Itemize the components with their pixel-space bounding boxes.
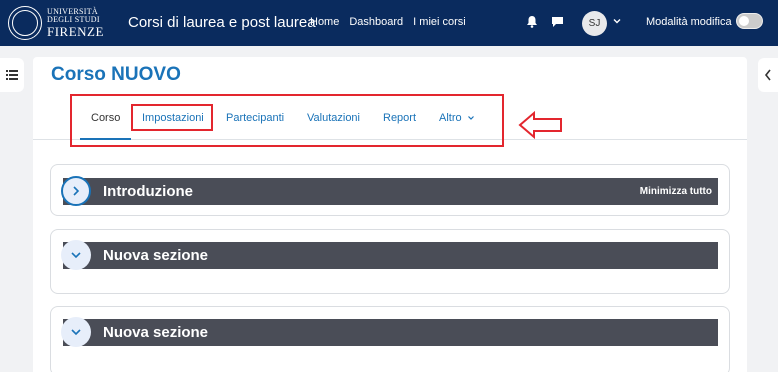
section-header[interactable]: Nuova sezione xyxy=(61,317,718,347)
course-title: Corso NUOVO xyxy=(51,64,181,85)
logo-text: UNIVERSITÀ DEGLI STUDI FIRENZE xyxy=(47,8,104,39)
chevron-down-icon xyxy=(71,252,81,259)
section-new-1: Nuova sezione xyxy=(50,229,730,294)
block-drawer-toggle[interactable] xyxy=(758,58,778,92)
university-logo[interactable]: UNIVERSITÀ DEGLI STUDI FIRENZE xyxy=(8,5,108,41)
section-title[interactable]: Nuova sezione xyxy=(103,247,208,264)
chevron-down-icon xyxy=(71,329,81,336)
list-icon xyxy=(6,70,18,80)
arrow-left-icon xyxy=(518,110,562,140)
section-intro: Introduzione Minimizza tutto xyxy=(50,164,730,216)
edit-mode-toggle[interactable] xyxy=(736,13,763,29)
nav-home[interactable]: Home xyxy=(310,16,339,28)
collapse-all-link[interactable]: Minimizza tutto xyxy=(640,186,712,197)
avatar[interactable]: SJ xyxy=(582,11,607,36)
nav-dashboard[interactable]: Dashboard xyxy=(349,16,403,28)
site-title[interactable]: Corsi di laurea e post laurea xyxy=(128,14,316,31)
university-seal-icon xyxy=(8,6,42,40)
settings-tab-highlight-annotation xyxy=(131,104,213,131)
section-header[interactable]: Nuova sezione xyxy=(61,240,718,270)
chevron-left-icon xyxy=(764,69,771,81)
logo-line-3: FIRENZE xyxy=(47,24,104,39)
section-title[interactable]: Introduzione xyxy=(103,183,193,200)
logo-line-2: DEGLI STUDI xyxy=(47,15,100,24)
section-expand-button[interactable] xyxy=(61,176,91,206)
nav-my-courses[interactable]: I miei corsi xyxy=(413,16,466,28)
section-collapse-button[interactable] xyxy=(61,240,91,270)
chevron-down-icon[interactable] xyxy=(612,16,622,26)
top-navbar: UNIVERSITÀ DEGLI STUDI FIRENZE Corsi di … xyxy=(0,0,778,46)
edit-mode-label: Modalità modifica xyxy=(646,16,732,28)
chat-icon[interactable] xyxy=(551,16,564,28)
section-title[interactable]: Nuova sezione xyxy=(103,324,208,341)
bell-icon[interactable] xyxy=(526,15,538,28)
chevron-right-icon xyxy=(73,186,80,196)
section-header[interactable]: Introduzione Minimizza tutto xyxy=(61,176,718,206)
section-new-2: Nuova sezione xyxy=(50,306,730,372)
section-collapse-button[interactable] xyxy=(61,317,91,347)
course-index-toggle[interactable] xyxy=(0,58,24,92)
primary-nav: Home Dashboard I miei corsi xyxy=(310,16,476,28)
